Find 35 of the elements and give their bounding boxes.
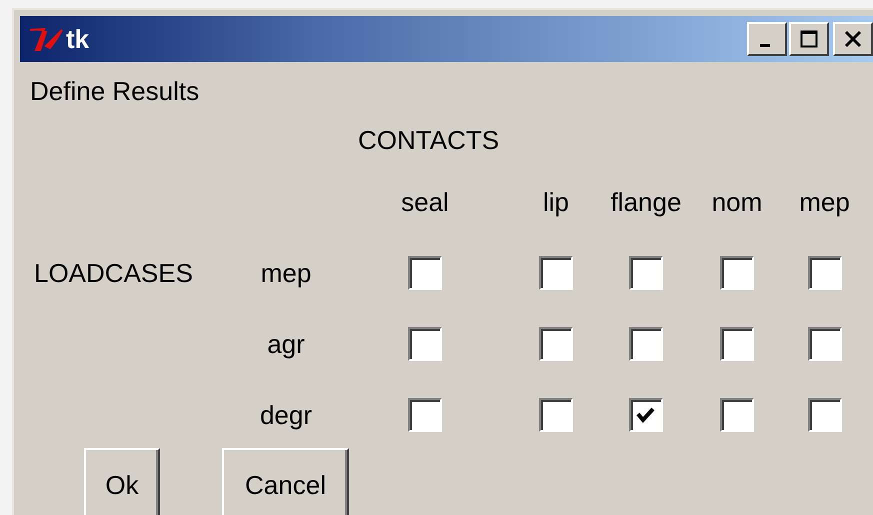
column-header: mep xyxy=(799,186,850,218)
checkbox[interactable] xyxy=(629,327,663,361)
window-title: tk xyxy=(66,24,90,54)
row-label: mep xyxy=(260,258,312,288)
checkbox[interactable] xyxy=(808,398,842,432)
checkbox[interactable] xyxy=(720,398,754,432)
close-icon xyxy=(844,30,862,48)
column-header: flange xyxy=(610,186,682,218)
maximize-icon xyxy=(800,30,818,48)
close-button[interactable] xyxy=(833,22,873,56)
row-label: degr xyxy=(260,400,312,430)
checkbox[interactable] xyxy=(808,256,842,290)
checkbox[interactable] xyxy=(629,398,663,432)
checkbox[interactable] xyxy=(808,327,842,361)
row-group-label: LOADCASES xyxy=(34,258,193,288)
dialog-button[interactable]: Ok xyxy=(84,448,160,515)
checkbox[interactable] xyxy=(539,256,573,290)
column-group-label: CONTACTS xyxy=(358,124,500,156)
checkbox[interactable] xyxy=(720,327,754,361)
column-header: lip xyxy=(542,186,569,218)
column-header: seal xyxy=(401,186,449,218)
checkbox[interactable] xyxy=(408,398,442,432)
checkbox[interactable] xyxy=(720,256,754,290)
row-label: agr xyxy=(267,328,305,360)
checkbox[interactable] xyxy=(408,256,442,290)
dialog-button[interactable]: Cancel xyxy=(222,448,349,515)
minimize-button[interactable] xyxy=(747,22,787,56)
checkbox[interactable] xyxy=(629,256,663,290)
maximize-button[interactable] xyxy=(789,22,829,56)
checkbox[interactable] xyxy=(539,327,573,361)
checkbox[interactable] xyxy=(539,398,573,432)
column-header: nom xyxy=(712,186,762,218)
dialog-heading: Define Results xyxy=(29,75,200,108)
checkbox[interactable] xyxy=(408,327,442,361)
minimize-icon xyxy=(760,44,770,46)
